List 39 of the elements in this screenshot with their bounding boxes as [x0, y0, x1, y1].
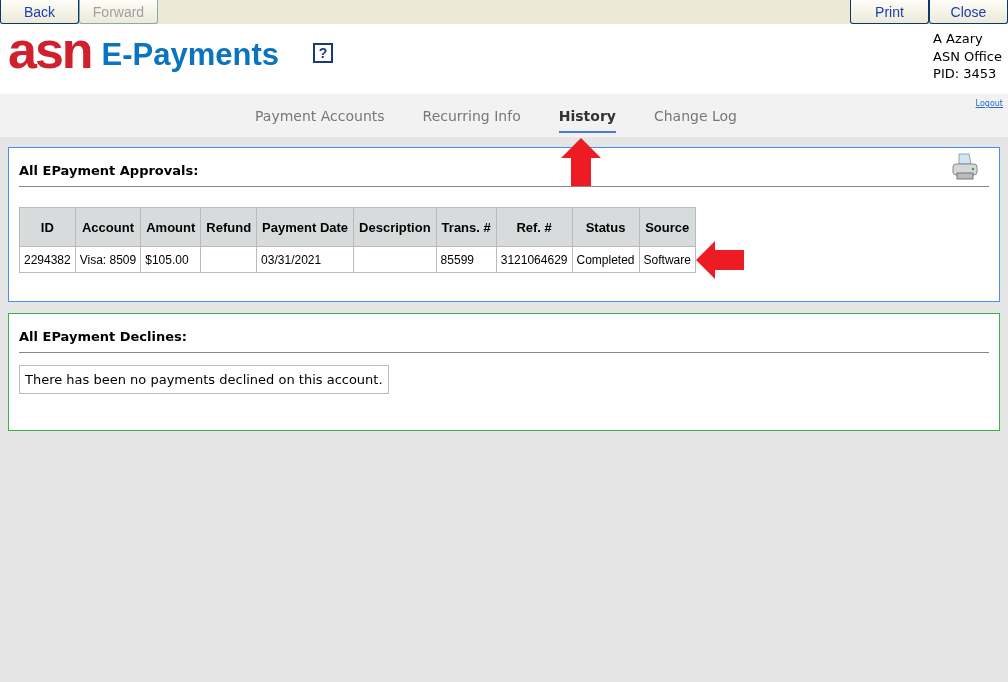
annotation-arrow	[561, 138, 601, 186]
help-button[interactable]: ?	[313, 43, 334, 63]
annotation-arrow	[695, 241, 744, 279]
printer-icon[interactable]	[951, 152, 979, 182]
column-header: Status	[572, 207, 640, 247]
nav-tab[interactable]: Change Log	[653, 94, 737, 131]
section-title: All EPayment Approvals:	[19, 163, 199, 178]
table-cell: 3121064629	[496, 246, 572, 273]
table-cell: 2294382	[19, 246, 76, 273]
column-header: Description	[353, 207, 437, 247]
column-header: Payment Date	[256, 207, 354, 247]
table-cell	[200, 246, 257, 273]
logo-mark: asn	[8, 24, 92, 76]
column-header: Source	[639, 207, 696, 247]
nav-tab[interactable]: Recurring Info	[422, 94, 521, 131]
toolbar-button[interactable]: Print	[850, 0, 929, 24]
table-cell: Visa: 8509	[75, 246, 141, 273]
logout-link[interactable]: Logout	[975, 99, 1003, 108]
table-cell: 85599	[436, 246, 497, 273]
table-cell: 03/31/2021	[256, 246, 354, 273]
user-info: ASN Office	[933, 47, 1002, 65]
column-header: Amount	[140, 207, 201, 247]
user-info: A Azary	[933, 30, 984, 48]
toolbar-button[interactable]: Back	[0, 0, 79, 24]
section-title: All EPayment Declines:	[19, 329, 187, 344]
column-header: Trans. #	[436, 207, 497, 247]
nav-tab[interactable]: History	[558, 94, 616, 133]
table-cell: Completed	[572, 246, 640, 273]
logo-text: E-Payments	[101, 37, 280, 73]
table-cell: Software	[639, 246, 696, 273]
nav-tab[interactable]: Payment Accounts	[255, 94, 385, 131]
column-header: Ref. #	[496, 207, 572, 247]
column-header: Account	[75, 207, 141, 247]
column-header: Refund	[200, 207, 257, 247]
empty-message: There has been no payments declined on this account.	[19, 365, 389, 394]
toolbar-button[interactable]: Close	[929, 0, 1008, 24]
user-info: PID: 3453	[933, 65, 998, 83]
table-cell: $105.00	[140, 246, 201, 273]
column-header: ID	[19, 207, 76, 247]
